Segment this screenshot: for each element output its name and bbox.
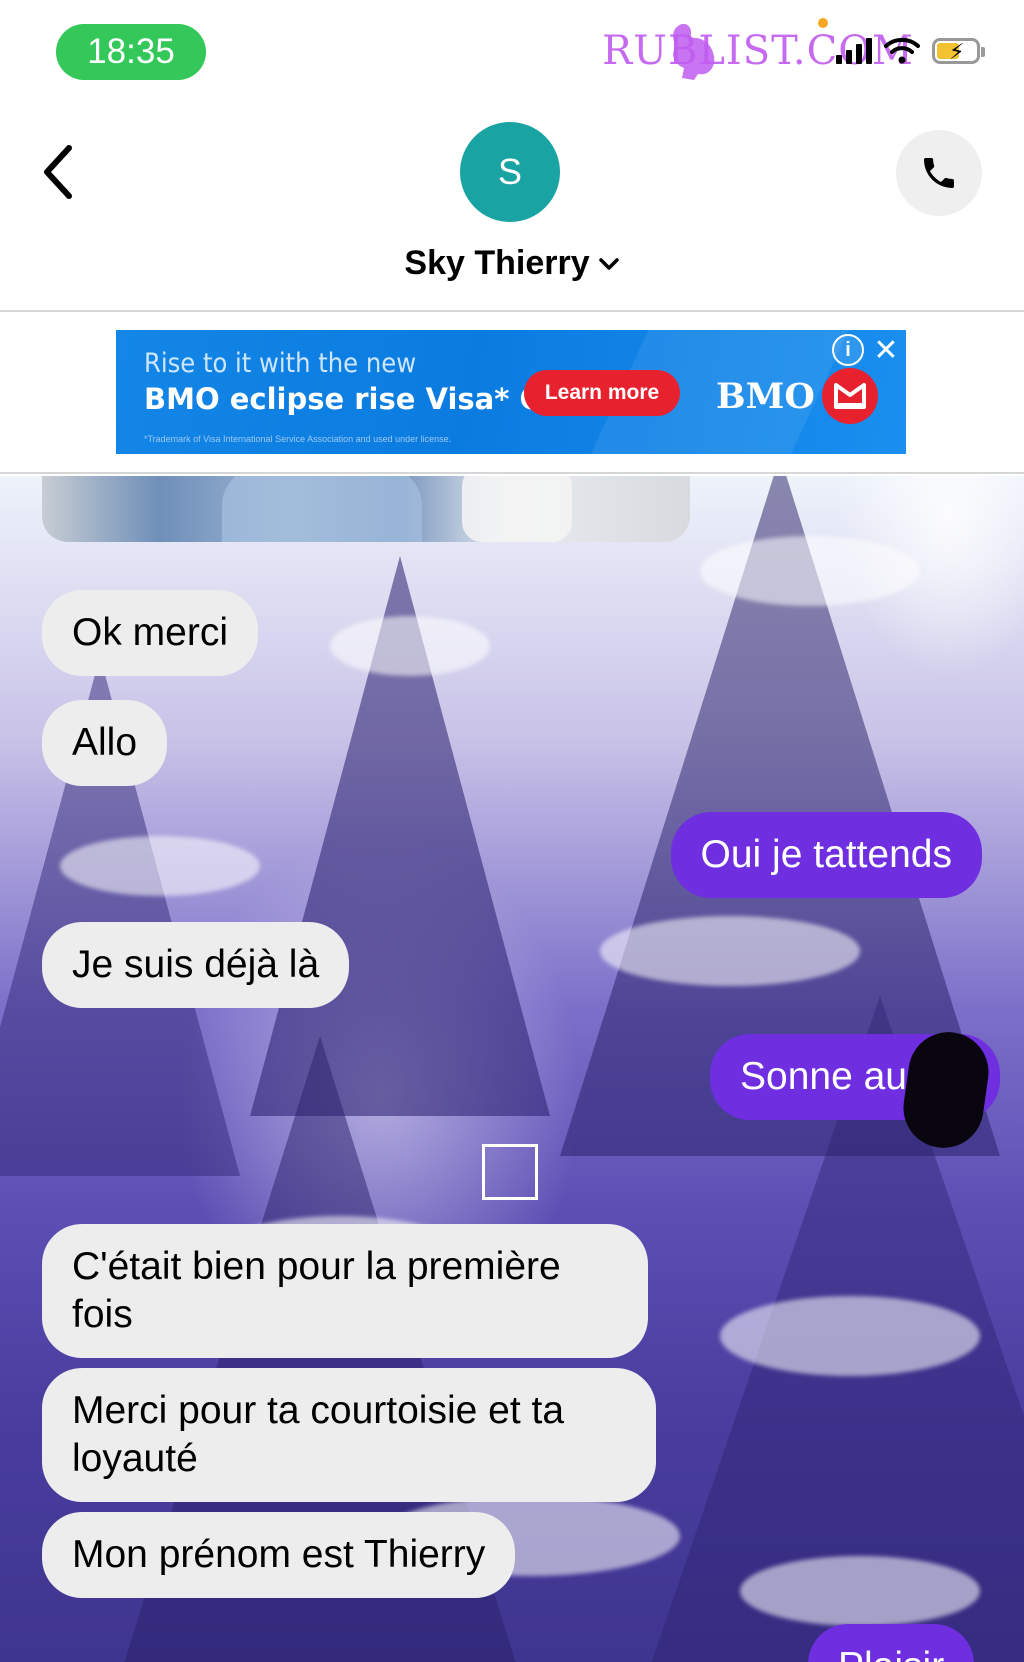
message-bubble-outgoing[interactable]: Oui je tattends [670, 812, 982, 898]
battery-charging-icon: ⚡ [932, 38, 985, 64]
status-icons: ⚡ [836, 36, 985, 64]
message-bubble-incoming[interactable]: Merci pour ta courtoisie et ta loyauté [42, 1368, 656, 1502]
ad-container: Rise to it with the new BMO eclipse rise… [0, 314, 1024, 474]
photo-content [222, 476, 422, 542]
message-text: Merci pour ta courtoisie et ta loyauté [72, 1389, 565, 1480]
message-bubble-incoming[interactable]: Ok merci [42, 590, 258, 676]
privacy-indicator-dot [818, 18, 828, 28]
message-bubble-incoming[interactable]: Je suis déjà là [42, 922, 350, 1008]
conversation-header: S Sky Thierry [0, 100, 1024, 312]
message-bubble-incoming[interactable]: C'était bien pour la première fois [42, 1224, 648, 1358]
status-bar: 18:35 RUBLIST.COM ⚡ [0, 0, 1024, 100]
message-bubble-incoming[interactable]: Mon prénom est Thierry [42, 1512, 516, 1598]
bmo-ad-banner[interactable]: Rise to it with the new BMO eclipse rise… [116, 330, 906, 454]
message-text: Allo [72, 721, 138, 764]
message-text: Mon prénom est Thierry [72, 1533, 486, 1576]
contact-avatar[interactable]: S [460, 122, 560, 222]
cellular-signal-icon [836, 36, 872, 64]
snow-patch [720, 1296, 980, 1376]
bmo-logo-icon [822, 368, 878, 424]
status-time: 18:35 [56, 24, 206, 80]
ad-brand-name: BMO [716, 376, 815, 417]
avatar-initial: S [497, 151, 522, 192]
snow-patch [330, 616, 490, 676]
contact-name-button[interactable]: Sky Thierry [0, 244, 1024, 283]
phone-icon [924, 158, 954, 188]
message-text: Oui je tattends [700, 833, 952, 876]
chat-background[interactable]: Ok merci Allo Oui je tattends Je suis dé… [0, 476, 1024, 1662]
ad-fine-print: *Trademark of Visa International Service… [144, 434, 452, 444]
back-chevron-icon [44, 145, 72, 199]
snow-patch [700, 536, 920, 606]
message-bubble-outgoing[interactable]: Plaisir [808, 1624, 975, 1662]
message-text: Plaisir [838, 1645, 944, 1662]
square-marker [482, 1144, 538, 1200]
ad-info-symbol: i [845, 338, 851, 361]
snow-patch [600, 916, 860, 986]
photo-message[interactable] [42, 476, 690, 542]
message-text: C'était bien pour la première fois [72, 1245, 561, 1336]
contact-name: Sky Thierry [404, 244, 590, 282]
message-text: Sonne au [740, 1055, 907, 1098]
message-text: Je suis déjà là [72, 943, 320, 986]
back-button[interactable] [30, 136, 86, 208]
snow-patch [740, 1556, 980, 1626]
ad-close-symbol: ✕ [873, 333, 899, 367]
photo-content [462, 476, 572, 542]
chevron-down-icon [598, 257, 619, 270]
ad-headline: Rise to it with the new [144, 348, 417, 379]
ad-learn-more-button[interactable]: Learn more [524, 370, 680, 416]
ad-close-icon[interactable]: ✕ [870, 333, 902, 367]
snow-patch [60, 836, 260, 896]
ad-info-icon[interactable]: i [832, 334, 864, 366]
message-bubble-incoming[interactable]: Allo [42, 700, 168, 786]
call-button[interactable] [896, 130, 982, 216]
wifi-icon [884, 37, 920, 64]
message-text: Ok merci [72, 611, 228, 654]
